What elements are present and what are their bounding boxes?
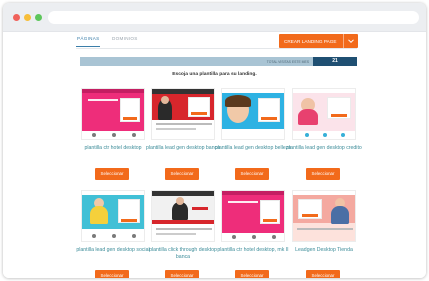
close-window-dot[interactable]	[13, 14, 20, 21]
select-template-button[interactable]: Seleccionar	[306, 270, 340, 278]
browser-chrome	[3, 3, 426, 32]
tab-divider	[76, 48, 357, 49]
template-title[interactable]: plantilla lead gen desktop social	[73, 247, 153, 254]
select-template-button[interactable]: Seleccionar	[165, 168, 199, 180]
monthly-visits-bar: TOTAL VISITAS ESTE MES 21	[80, 57, 357, 66]
template-thumbnail[interactable]	[221, 88, 285, 140]
template-thumbnail[interactable]	[81, 88, 145, 140]
tab-dominios[interactable]: DOMINIOS	[112, 36, 138, 41]
template-title[interactable]: plantilla lead gen desktop banca	[143, 145, 223, 152]
maximize-window-dot[interactable]	[35, 14, 42, 21]
select-template-button[interactable]: Seleccionar	[165, 270, 199, 278]
select-template-button[interactable]: Seleccionar	[95, 270, 129, 278]
monthly-visits-count: 21	[313, 57, 357, 66]
chevron-down-icon[interactable]	[347, 37, 355, 45]
template-thumbnail[interactable]	[151, 190, 215, 242]
select-template-button[interactable]: Seleccionar	[95, 168, 129, 180]
template-title[interactable]: Leadgen Desktop Tienda	[284, 247, 364, 254]
template-title[interactable]: plantilla ctr hotel desktop	[73, 145, 153, 152]
monthly-visits-label: TOTAL VISITAS ESTE MES	[266, 59, 309, 64]
create-landing-page-button[interactable]: CREAR LANDING PAGE	[279, 34, 358, 48]
template-thumbnail[interactable]	[292, 190, 356, 242]
tab-paginas[interactable]: PÁGINAS	[77, 36, 100, 41]
minimize-window-dot[interactable]	[24, 14, 31, 21]
create-landing-page-label: CREAR LANDING PAGE	[284, 38, 337, 44]
template-thumbnail[interactable]	[151, 88, 215, 140]
template-title[interactable]: plantilla click through desktop banca	[143, 247, 223, 261]
select-template-button[interactable]: Seleccionar	[235, 168, 269, 180]
select-template-button[interactable]: Seleccionar	[235, 270, 269, 278]
button-separator	[343, 34, 344, 48]
template-title[interactable]: plantilla lead gen desktop belleza	[213, 145, 293, 152]
template-thumbnail[interactable]	[292, 88, 356, 140]
address-bar[interactable]	[48, 11, 419, 24]
template-thumbnail[interactable]	[81, 190, 145, 242]
browser-window: PÁGINAS DOMINIOS CREAR LANDING PAGE TOTA…	[3, 3, 426, 278]
select-template-button[interactable]: Seleccionar	[306, 168, 340, 180]
template-prompt: Escoja una plantilla para su landing.	[172, 72, 257, 77]
page-content: PÁGINAS DOMINIOS CREAR LANDING PAGE TOTA…	[3, 32, 426, 278]
template-thumbnail[interactable]	[221, 190, 285, 242]
template-title[interactable]: plantilla ctr hotel desktop, mk II	[213, 247, 293, 254]
template-title[interactable]: plantilla lead gen desktop credito	[284, 145, 364, 152]
active-tab-indicator	[76, 46, 100, 47]
